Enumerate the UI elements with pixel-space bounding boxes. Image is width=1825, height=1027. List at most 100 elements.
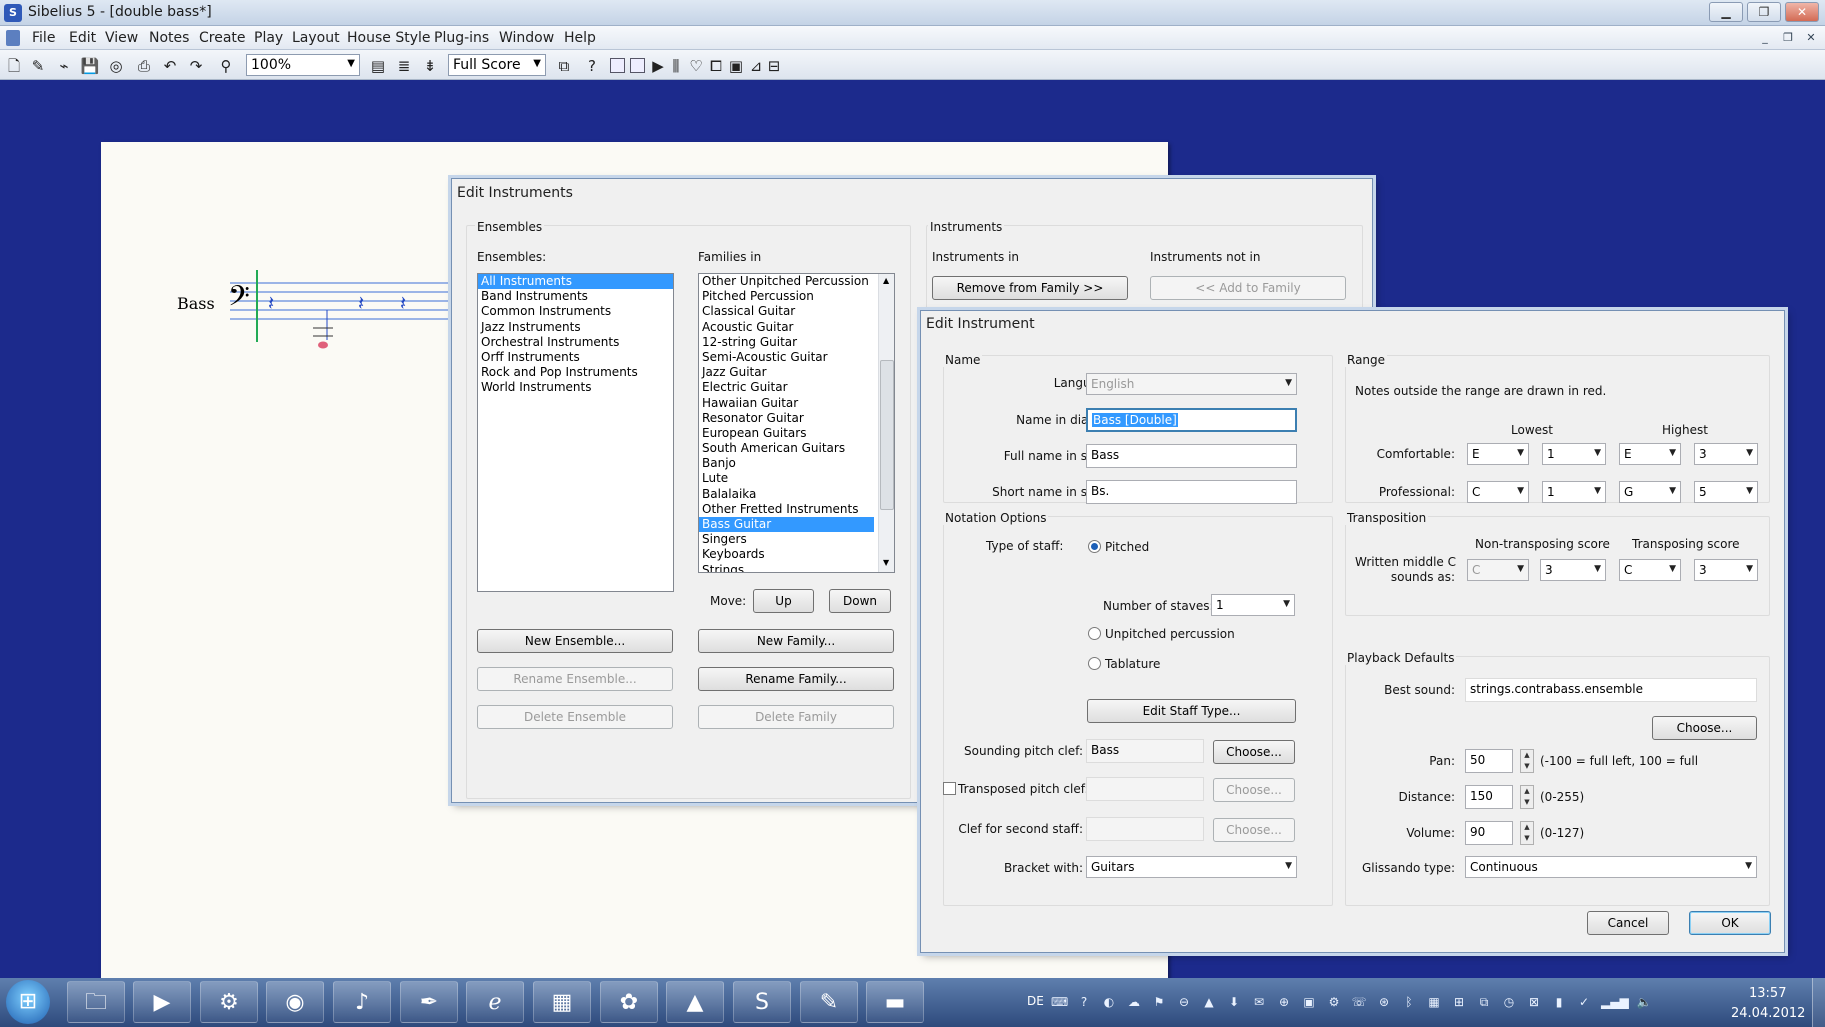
tray-icon[interactable]: ✓ bbox=[1576, 994, 1592, 1010]
image-viewer-taskbar-icon[interactable]: ▦ bbox=[533, 981, 591, 1023]
scan-icon[interactable]: ⌁ bbox=[54, 56, 74, 76]
menu-notes[interactable]: Notes bbox=[145, 29, 193, 47]
redo-icon[interactable]: ↷ bbox=[186, 56, 206, 76]
navigator-icon[interactable] bbox=[610, 58, 625, 73]
tray-icon[interactable]: ▣ bbox=[1301, 994, 1317, 1010]
save-icon[interactable]: 💾 bbox=[80, 56, 100, 76]
list-item[interactable]: Hawaiian Guitar bbox=[699, 396, 894, 411]
list-item[interactable]: Pitched Percussion bbox=[699, 289, 894, 304]
list-item[interactable]: Common Instruments bbox=[478, 304, 673, 319]
tray-icon[interactable]: ☏ bbox=[1351, 994, 1367, 1010]
list-item[interactable]: Other Unpitched Percussion bbox=[699, 274, 894, 289]
sibelius-taskbar-icon[interactable]: ♪ bbox=[333, 981, 391, 1023]
cancel-button[interactable]: Cancel bbox=[1587, 911, 1669, 935]
tray-icon[interactable]: ◷ bbox=[1501, 994, 1517, 1010]
firefox-taskbar-icon[interactable]: ◉ bbox=[266, 981, 324, 1023]
transform-icon[interactable]: ⊿ bbox=[746, 56, 766, 76]
keypad-icon[interactable] bbox=[630, 58, 645, 73]
list-item[interactable]: Lute bbox=[699, 471, 894, 486]
ledger-note[interactable] bbox=[313, 310, 333, 349]
full-name-input[interactable]: Bass bbox=[1086, 444, 1297, 468]
restore-button[interactable]: ❐ bbox=[1747, 2, 1781, 22]
score-view-combo[interactable]: Full Score ▼ bbox=[448, 54, 546, 76]
list-item[interactable]: South American Guitars bbox=[699, 441, 894, 456]
clock-time[interactable]: 13:57 bbox=[1749, 986, 1786, 1001]
list-item[interactable]: Resonator Guitar bbox=[699, 411, 894, 426]
list-item[interactable]: Singers bbox=[699, 532, 894, 547]
pan-input[interactable]: 50 bbox=[1465, 749, 1513, 773]
print-icon[interactable]: ⎙ bbox=[134, 56, 154, 76]
quarter-rest-icon[interactable]: 𝄽 bbox=[400, 291, 406, 315]
pan-spinner[interactable]: ▲ ▼ bbox=[1520, 749, 1534, 773]
zoom-combo[interactable]: 100% ▼ bbox=[246, 54, 360, 76]
list-item[interactable]: Strings bbox=[699, 563, 894, 572]
move-down-button[interactable]: Down bbox=[829, 589, 891, 613]
language-dropdown[interactable]: English ▼ bbox=[1086, 373, 1297, 395]
menu-edit[interactable]: Edit bbox=[65, 29, 100, 47]
notepad-taskbar-icon[interactable]: ✎ bbox=[800, 981, 858, 1023]
professional-lowest-note-dropdown[interactable]: C ▼ bbox=[1467, 481, 1529, 503]
transposed-clef-checkbox[interactable] bbox=[943, 782, 956, 795]
parts-icon[interactable]: ⧉ bbox=[554, 56, 574, 76]
tray-icon[interactable]: ⧉ bbox=[1476, 994, 1492, 1010]
list-item[interactable]: Orchestral Instruments bbox=[478, 335, 673, 350]
families-scrollbar[interactable]: ▲ ▼ bbox=[878, 274, 894, 572]
comfortable-lowest-octave-dropdown[interactable]: 1 ▼ bbox=[1542, 443, 1606, 465]
comfortable-highest-note-dropdown[interactable]: E ▼ bbox=[1619, 443, 1681, 465]
help-tray-icon[interactable]: ? bbox=[1076, 994, 1092, 1010]
list-item[interactable]: Banjo bbox=[699, 456, 894, 471]
sounding-clef-choose-button[interactable]: Choose... bbox=[1213, 740, 1295, 764]
quarter-rest-icon[interactable]: 𝄽 bbox=[268, 291, 274, 315]
ensembles-list[interactable]: All Instruments Band Instruments Common … bbox=[477, 273, 674, 592]
explorer-taskbar-icon[interactable]: 🗀 bbox=[67, 981, 125, 1023]
console-taskbar-icon[interactable]: ▬ bbox=[866, 981, 924, 1023]
video-icon[interactable]: ▣ bbox=[726, 56, 746, 76]
list-item[interactable]: Keyboards bbox=[699, 547, 894, 562]
internet-explorer-taskbar-icon[interactable]: ℯ bbox=[466, 981, 524, 1023]
mdi-minimize-button[interactable]: _ bbox=[1756, 30, 1774, 46]
volume-input[interactable]: 90 bbox=[1465, 821, 1513, 845]
transposed-clef-choose-button[interactable]: Choose... bbox=[1213, 778, 1295, 802]
record-icon[interactable]: ◎ bbox=[106, 56, 126, 76]
quarter-rest-icon[interactable]: 𝄽 bbox=[358, 291, 364, 315]
pen-tool-taskbar-icon[interactable]: ✒ bbox=[400, 981, 458, 1023]
menu-create[interactable]: Create bbox=[195, 29, 250, 47]
second-staff-clef-choose-button[interactable]: Choose... bbox=[1213, 818, 1295, 842]
families-list[interactable]: Other Unpitched Percussion Pitched Percu… bbox=[698, 273, 895, 573]
move-up-button[interactable]: Up bbox=[753, 589, 814, 613]
mdi-close-button[interactable]: ✕ bbox=[1802, 30, 1820, 46]
list-item[interactable]: World Instruments bbox=[478, 380, 673, 395]
list-item[interactable]: Jazz Instruments bbox=[478, 320, 673, 335]
list-item[interactable]: Rock and Pop Instruments bbox=[478, 365, 673, 380]
zoom-tool-icon[interactable]: ⚲ bbox=[216, 56, 236, 76]
scroll-up-icon[interactable]: ▲ bbox=[883, 276, 889, 285]
tray-icon[interactable]: ▮ bbox=[1551, 994, 1567, 1010]
ok-button[interactable]: OK bbox=[1689, 911, 1771, 935]
list-item[interactable]: All Instruments bbox=[478, 274, 673, 290]
window-layout-icon[interactable]: ⊟ bbox=[764, 56, 784, 76]
rename-ensemble-button[interactable]: Rename Ensemble... bbox=[477, 667, 673, 691]
list-item[interactable]: Acoustic Guitar bbox=[699, 320, 894, 335]
clock-date[interactable]: 24.04.2012 bbox=[1731, 1006, 1805, 1021]
distance-spinner[interactable]: ▲ ▼ bbox=[1520, 785, 1534, 809]
bluetooth-icon[interactable]: ᛒ bbox=[1401, 994, 1417, 1010]
close-button[interactable]: ✕ bbox=[1785, 2, 1819, 22]
vlc-taskbar-icon[interactable]: ▲ bbox=[666, 981, 724, 1023]
new-ensemble-button[interactable]: New Ensemble... bbox=[477, 629, 673, 653]
menu-plug-ins[interactable]: Plug-ins bbox=[430, 29, 493, 47]
s-app-taskbar-icon[interactable]: S bbox=[733, 981, 791, 1023]
settings-taskbar-icon[interactable]: ⚙ bbox=[200, 981, 258, 1023]
glissando-dropdown[interactable]: Continuous ▼ bbox=[1465, 856, 1757, 878]
short-name-input[interactable]: Bs. bbox=[1086, 480, 1297, 504]
undo-icon[interactable]: ↶ bbox=[160, 56, 180, 76]
pitched-radio[interactable] bbox=[1088, 540, 1101, 553]
volume-icon[interactable]: 🔈 bbox=[1636, 994, 1652, 1010]
list-item[interactable]: Semi-Acoustic Guitar bbox=[699, 350, 894, 365]
sunflower-taskbar-icon[interactable]: ✿ bbox=[600, 981, 658, 1023]
page-view-icon[interactable]: ▤ bbox=[368, 56, 388, 76]
distance-input[interactable]: 150 bbox=[1465, 785, 1513, 809]
list-item[interactable]: 12-string Guitar bbox=[699, 335, 894, 350]
properties-icon[interactable]: ⧠ bbox=[706, 56, 726, 76]
rename-family-button[interactable]: Rename Family... bbox=[698, 667, 894, 691]
mixer-icon[interactable]: ⫼ bbox=[666, 56, 686, 76]
